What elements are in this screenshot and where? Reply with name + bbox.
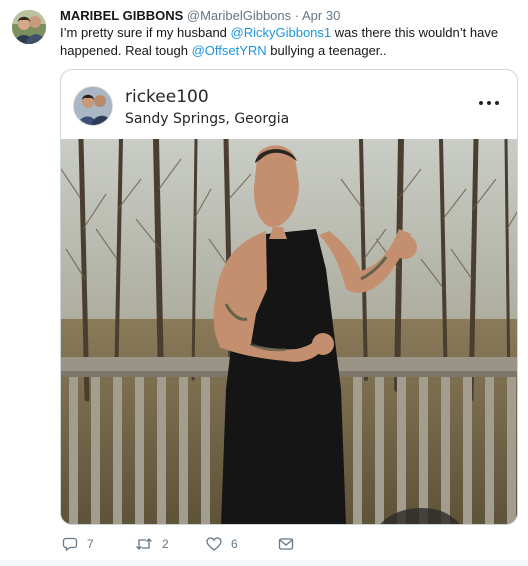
embed-location[interactable]: Sandy Springs, Georgia — [125, 110, 289, 128]
user-handle[interactable]: @MaribelGibbons — [187, 8, 291, 23]
tweet-actions: 7 2 6 — [60, 533, 520, 557]
direct-message-button[interactable] — [278, 533, 294, 555]
tweet-text-part: bullying a teenager.. — [266, 43, 387, 58]
embed-photo[interactable] — [61, 139, 517, 524]
retweet-count: 2 — [162, 537, 169, 551]
tweet-text: I’m pretty sure if my husband @RickyGibb… — [60, 24, 520, 60]
retweet-icon — [136, 538, 152, 550]
embed-avatar[interactable] — [73, 86, 113, 126]
tweet-date[interactable]: Apr 30 — [302, 8, 340, 23]
tweet-header: MARIBEL GIBBONS @MaribelGibbons · Apr 30 — [60, 8, 340, 24]
tweet[interactable]: MARIBEL GIBBONS @MaribelGibbons · Apr 30… — [0, 0, 528, 566]
heart-icon — [206, 537, 222, 551]
more-horizontal-icon[interactable] — [477, 96, 501, 110]
embed-username[interactable]: rickee100 — [125, 87, 209, 107]
reply-icon — [62, 537, 78, 552]
tweet-divider — [0, 560, 528, 566]
instagram-embed-card[interactable]: rickee100 Sandy Springs, Georgia — [60, 69, 518, 525]
tweet-text-part: I’m pretty sure if my husband — [60, 25, 231, 40]
reply-button[interactable]: 7 — [62, 533, 94, 555]
like-button[interactable]: 6 — [206, 533, 238, 555]
reply-count: 7 — [87, 537, 94, 551]
mention-link[interactable]: @OffsetYRN — [192, 43, 267, 58]
retweet-button[interactable]: 2 — [135, 533, 169, 555]
envelope-icon — [278, 538, 294, 550]
header-separator: · — [294, 8, 300, 23]
display-name[interactable]: MARIBEL GIBBONS — [60, 8, 183, 23]
mention-link[interactable]: @RickyGibbons1 — [231, 25, 332, 40]
like-count: 6 — [231, 537, 238, 551]
user-avatar[interactable] — [12, 10, 46, 44]
